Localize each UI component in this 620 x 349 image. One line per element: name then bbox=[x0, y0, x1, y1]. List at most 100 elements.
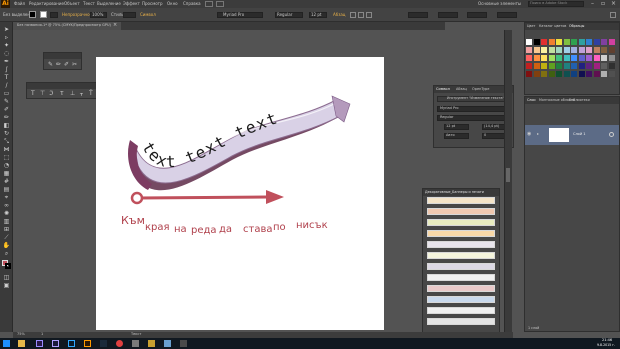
color-swatch[interactable] bbox=[563, 47, 570, 53]
color-swatch[interactable] bbox=[601, 63, 607, 69]
color-swatch[interactable] bbox=[541, 71, 547, 77]
line-word-8[interactable]: нисък bbox=[296, 220, 328, 231]
color-swatch[interactable] bbox=[608, 55, 615, 61]
color-swatch[interactable] bbox=[578, 71, 585, 77]
line-word-1[interactable]: Към bbox=[121, 214, 145, 227]
clock-date[interactable]: 9.8.2015 г. bbox=[597, 343, 615, 347]
color-swatch[interactable] bbox=[548, 63, 555, 69]
illustrator-taskbar-icon[interactable] bbox=[84, 340, 91, 347]
line-word-6[interactable]: става bbox=[243, 224, 272, 235]
line-word-3[interactable]: на bbox=[174, 224, 187, 235]
line-word-7[interactable]: по bbox=[273, 222, 286, 233]
banner-brush-3[interactable] bbox=[427, 219, 495, 226]
premiere-icon[interactable] bbox=[36, 340, 43, 347]
color-swatch[interactable] bbox=[578, 39, 585, 45]
color-swatch[interactable] bbox=[548, 71, 555, 77]
color-swatch[interactable] bbox=[541, 47, 547, 53]
color-swatch[interactable] bbox=[548, 39, 555, 45]
color-swatch[interactable] bbox=[608, 39, 615, 45]
app-icon-10[interactable] bbox=[164, 340, 171, 347]
color-swatch[interactable] bbox=[563, 39, 570, 45]
color-swatch[interactable] bbox=[563, 63, 570, 69]
layer-row[interactable]: ◉ ▸ Слой 1 bbox=[525, 125, 619, 145]
color-swatch[interactable] bbox=[533, 39, 540, 45]
color-swatch[interactable] bbox=[571, 55, 577, 61]
color-swatch[interactable] bbox=[556, 55, 562, 61]
color-swatch[interactable] bbox=[571, 47, 577, 53]
color-swatch[interactable] bbox=[608, 47, 615, 53]
color-swatch[interactable] bbox=[593, 47, 600, 53]
banner-brush-6[interactable] bbox=[427, 252, 495, 259]
color-swatch[interactable] bbox=[601, 47, 607, 53]
color-swatch[interactable] bbox=[578, 63, 585, 69]
app-icon-11[interactable] bbox=[180, 340, 187, 347]
color-swatch[interactable] bbox=[541, 63, 547, 69]
clock-time[interactable]: 21:46 bbox=[602, 338, 612, 343]
panel-dock-scroll-thumb[interactable] bbox=[506, 168, 510, 182]
arrow-start-point[interactable] bbox=[130, 191, 144, 205]
color-swatch[interactable] bbox=[586, 39, 592, 45]
brush-library-header[interactable]: Декоративные_Баннеры и печати bbox=[423, 189, 499, 196]
line-word-4[interactable]: реда bbox=[191, 225, 217, 236]
color-swatch[interactable] bbox=[586, 47, 592, 53]
color-swatch[interactable] bbox=[548, 47, 555, 53]
color-swatch[interactable] bbox=[556, 63, 562, 69]
banner-brush-12[interactable] bbox=[427, 318, 495, 325]
color-swatch[interactable] bbox=[548, 55, 555, 61]
app-icon-9[interactable] bbox=[148, 340, 155, 347]
color-swatch[interactable] bbox=[608, 63, 615, 69]
banner-brush-5[interactable] bbox=[427, 241, 495, 248]
color-swatch[interactable] bbox=[556, 47, 562, 53]
color-swatch[interactable] bbox=[593, 55, 600, 61]
color-swatch[interactable] bbox=[541, 55, 547, 61]
tab-character[interactable]: Символ bbox=[436, 87, 450, 92]
color-swatch[interactable] bbox=[533, 55, 540, 61]
color-swatch[interactable] bbox=[533, 71, 540, 77]
color-swatch[interactable] bbox=[601, 71, 607, 77]
color-swatch[interactable] bbox=[586, 63, 592, 69]
color-swatch[interactable] bbox=[526, 63, 532, 69]
color-swatch[interactable] bbox=[586, 55, 592, 61]
banner-brush-8[interactable] bbox=[427, 274, 495, 281]
tab-opentype[interactable]: OpenType bbox=[472, 87, 489, 92]
eye-icon[interactable]: ◉ bbox=[527, 132, 531, 137]
banner-brush-10[interactable] bbox=[427, 296, 495, 303]
color-swatch[interactable] bbox=[571, 63, 577, 69]
banner-brush-1[interactable] bbox=[427, 197, 495, 204]
windows-start-icon[interactable] bbox=[3, 340, 10, 347]
page-number[interactable]: 1 bbox=[41, 332, 43, 337]
color-swatch[interactable] bbox=[541, 39, 547, 45]
color-swatch[interactable] bbox=[586, 71, 592, 77]
after-effects-icon[interactable] bbox=[52, 340, 59, 347]
color-swatch[interactable] bbox=[526, 71, 532, 77]
tab-libraries[interactable]: Библиотеки bbox=[569, 98, 590, 102]
line-word-2[interactable]: края bbox=[145, 222, 170, 233]
color-swatch[interactable] bbox=[556, 71, 562, 77]
color-swatch[interactable] bbox=[578, 47, 585, 53]
tab-color[interactable]: Цвет bbox=[527, 24, 535, 28]
media-encoder-icon[interactable] bbox=[100, 340, 107, 347]
color-swatch[interactable] bbox=[593, 63, 600, 69]
color-swatch[interactable] bbox=[601, 55, 607, 61]
line-word-5[interactable]: да bbox=[219, 224, 232, 235]
banner-brush-2[interactable] bbox=[427, 208, 495, 215]
banner-brush-9[interactable] bbox=[427, 285, 495, 292]
color-swatch[interactable] bbox=[533, 47, 540, 53]
color-swatch[interactable] bbox=[601, 39, 607, 45]
banner-brush-7[interactable] bbox=[427, 263, 495, 270]
tab-layers[interactable]: Слои bbox=[527, 98, 536, 102]
zoom-level[interactable]: 75% bbox=[17, 332, 25, 337]
color-swatch[interactable] bbox=[571, 71, 577, 77]
color-swatch[interactable] bbox=[593, 71, 600, 77]
layer-target-icon[interactable] bbox=[609, 132, 614, 137]
color-swatch[interactable] bbox=[563, 71, 570, 77]
chrome-icon[interactable] bbox=[116, 340, 123, 347]
file-explorer-icon[interactable] bbox=[18, 340, 25, 347]
color-swatch[interactable] bbox=[563, 55, 570, 61]
color-swatch[interactable] bbox=[608, 71, 615, 77]
camera-icon[interactable] bbox=[132, 340, 139, 347]
photoshop-icon[interactable] bbox=[68, 340, 75, 347]
color-swatch[interactable] bbox=[593, 39, 600, 45]
tab-color-guide[interactable]: Каталог цветов bbox=[539, 24, 566, 28]
color-swatch[interactable] bbox=[571, 39, 577, 45]
